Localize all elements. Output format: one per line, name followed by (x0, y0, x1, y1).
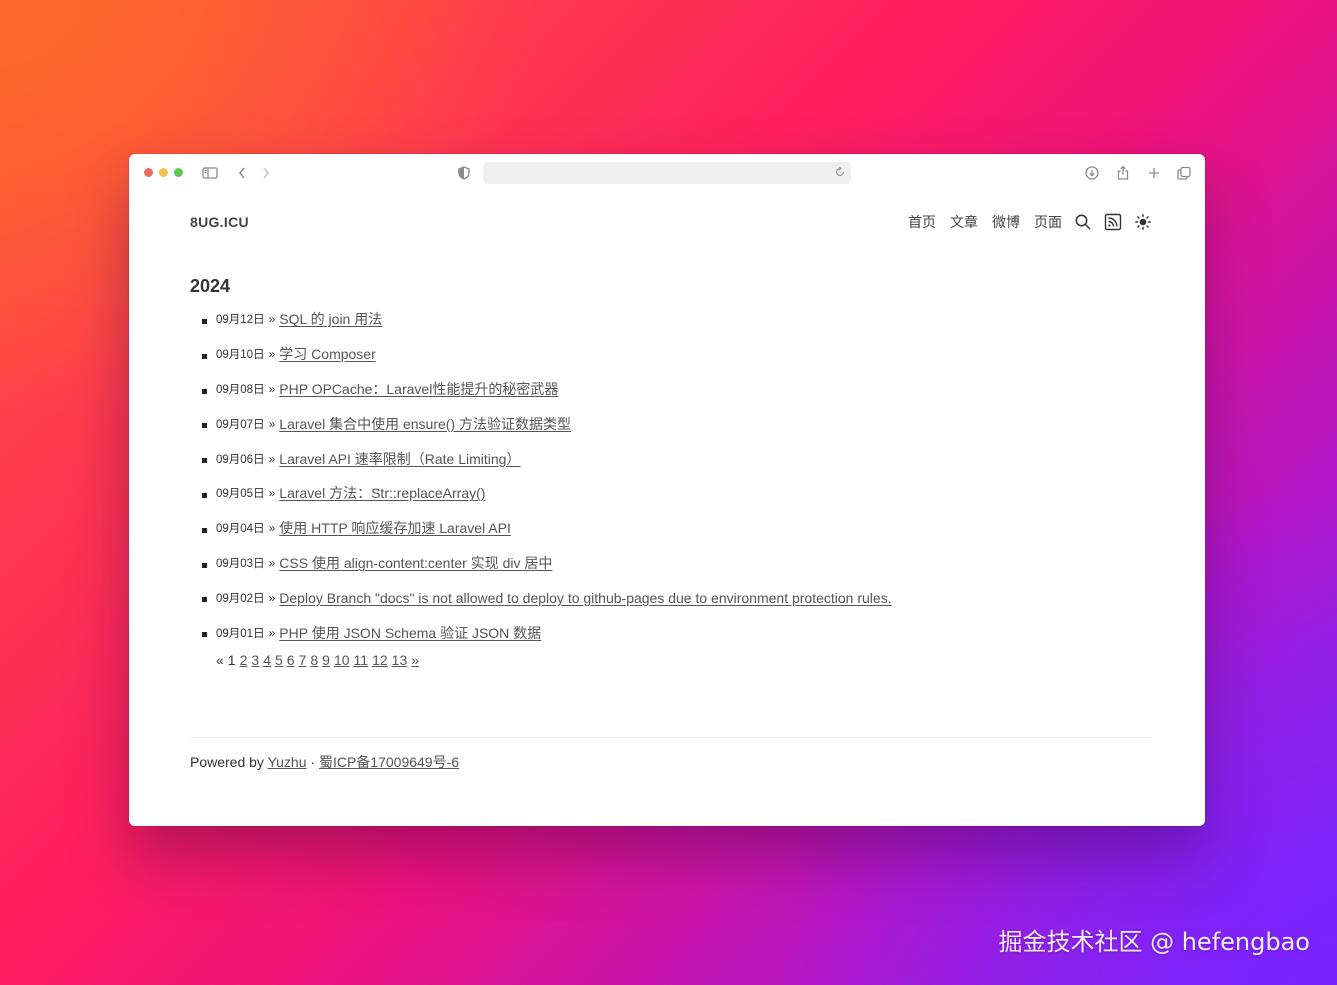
post-separator: » (268, 521, 276, 536)
pagination-page-5[interactable]: 5 (275, 652, 283, 668)
browser-toolbar (129, 154, 1205, 192)
pagination-next[interactable]: » (411, 652, 419, 668)
post-separator: » (268, 451, 276, 466)
pagination-page-9[interactable]: 9 (322, 652, 330, 668)
post-separator: » (268, 312, 276, 327)
post-separator: » (268, 590, 276, 605)
footer-dot: · (310, 754, 316, 770)
post-separator: » (268, 486, 276, 501)
footer-powered-by: Powered by (190, 754, 264, 770)
post-link[interactable]: 学习 Composer (279, 344, 375, 364)
list-item: 09月12日» SQL 的 join 用法 (190, 308, 892, 343)
share-icon[interactable] (1113, 163, 1133, 183)
pagination-page-7[interactable]: 7 (299, 652, 307, 668)
site-footer: Powered by Yuzhu · 蜀ICP备17009649号-6 (190, 752, 459, 772)
pagination-page-8[interactable]: 8 (310, 652, 318, 668)
post-date: 09月04日 (216, 523, 265, 536)
post-separator: » (268, 416, 276, 431)
forward-icon[interactable] (256, 163, 276, 183)
pagination-page-4[interactable]: 4 (263, 652, 271, 668)
list-item: 09月05日» Laravel 方法：Str::replaceArray() (190, 482, 892, 517)
list-item: 09月10日» 学习 Composer (190, 343, 892, 378)
list-item: 09月08日» PHP OPCache：Laravel性能提升的秘密武器 (190, 378, 892, 413)
post-link[interactable]: CSS 使用 align-content:center 实现 div 居中 (279, 553, 552, 573)
shield-icon[interactable] (454, 163, 474, 183)
site-nav: 首页 文章 微博 页面 (894, 212, 1152, 232)
tabs-overview-icon[interactable] (1174, 163, 1194, 183)
footer-divider (190, 737, 1152, 738)
post-link[interactable]: SQL 的 join 用法 (279, 309, 382, 329)
post-separator: » (268, 347, 276, 362)
zoom-window-button[interactable] (174, 168, 183, 177)
nav-home[interactable]: 首页 (908, 212, 936, 232)
pagination-page-10[interactable]: 10 (334, 652, 350, 668)
watermark: 掘金技术社区 @ hefengbao (998, 928, 1310, 956)
list-item: 09月04日» 使用 HTTP 响应缓存加速 Laravel API (190, 517, 892, 552)
post-separator: » (268, 381, 276, 396)
close-window-button[interactable] (144, 168, 153, 177)
list-item: 09月07日» Laravel 集合中使用 ensure() 方法验证数据类型 (190, 412, 892, 447)
post-date: 09月01日 (216, 627, 265, 640)
back-icon[interactable] (232, 163, 252, 183)
post-link[interactable]: Laravel 集合中使用 ensure() 方法验证数据类型 (279, 414, 571, 434)
post-separator: » (268, 625, 276, 640)
post-link[interactable]: PHP OPCache：Laravel性能提升的秘密武器 (279, 379, 558, 399)
list-item: 09月01日» PHP 使用 JSON Schema 验证 JSON 数据 (190, 621, 892, 656)
nav-pages[interactable]: 页面 (1034, 212, 1062, 232)
browser-window: 8UG.ICU 首页 文章 微博 页面 2024 09月12日» SQL 的 jo… (129, 154, 1205, 826)
reload-icon[interactable] (833, 165, 847, 179)
post-date: 09月12日 (216, 314, 265, 327)
pagination-current: 1 (227, 652, 236, 668)
post-link[interactable]: Deploy Branch "docs" is not allowed to d… (279, 590, 891, 606)
pagination-prev: « (216, 652, 224, 668)
pagination-page-6[interactable]: 6 (287, 652, 295, 668)
download-icon[interactable] (1082, 163, 1102, 183)
theme-sun-icon[interactable] (1134, 213, 1152, 231)
post-list: 09月12日» SQL 的 join 用法 09月10日» 学习 Composer … (190, 308, 892, 656)
search-icon[interactable] (1074, 213, 1092, 231)
nav-weibo[interactable]: 微博 (992, 212, 1020, 232)
post-date: 09月03日 (216, 557, 265, 570)
pagination: «1 2 3 4 5 6 7 8 9 10 11 12 13» (216, 652, 423, 668)
post-date: 09月02日 (216, 592, 265, 605)
nav-articles[interactable]: 文章 (950, 212, 978, 232)
address-bar[interactable] (483, 162, 851, 184)
list-item: 09月03日» CSS 使用 align-content:center 实现 di… (190, 552, 892, 587)
footer-icp-link[interactable]: 蜀ICP备17009649号-6 (319, 754, 459, 770)
list-item: 09月02日» Deploy Branch "docs" is not allow… (190, 586, 892, 621)
pagination-page-11[interactable]: 11 (354, 652, 369, 668)
site-brand[interactable]: 8UG.ICU (190, 214, 249, 230)
sidebar-icon[interactable] (200, 163, 220, 183)
pagination-page-3[interactable]: 3 (251, 652, 259, 668)
post-date: 09月07日 (216, 418, 265, 431)
list-item: 09月06日» Laravel API 速率限制（Rate Limiting） (190, 447, 892, 482)
pagination-page-13[interactable]: 13 (392, 652, 408, 668)
archive-year: 2024 (190, 276, 231, 296)
post-link[interactable]: Laravel API 速率限制（Rate Limiting） (279, 449, 520, 469)
rss-icon[interactable] (1104, 213, 1122, 231)
minimize-window-button[interactable] (159, 168, 168, 177)
post-link[interactable]: PHP 使用 JSON Schema 验证 JSON 数据 (279, 623, 541, 643)
post-date: 09月06日 (216, 453, 265, 466)
footer-author-link[interactable]: Yuzhu (268, 754, 307, 770)
post-separator: » (268, 555, 276, 570)
post-date: 09月05日 (216, 488, 265, 501)
pagination-page-2[interactable]: 2 (240, 652, 248, 668)
pagination-page-12[interactable]: 12 (372, 652, 388, 668)
post-date: 09月10日 (216, 349, 265, 362)
post-link[interactable]: Laravel 方法：Str::replaceArray() (279, 483, 485, 503)
post-date: 09月08日 (216, 383, 265, 396)
post-link[interactable]: 使用 HTTP 响应缓存加速 Laravel API (279, 518, 511, 538)
new-tab-icon[interactable] (1144, 163, 1164, 183)
